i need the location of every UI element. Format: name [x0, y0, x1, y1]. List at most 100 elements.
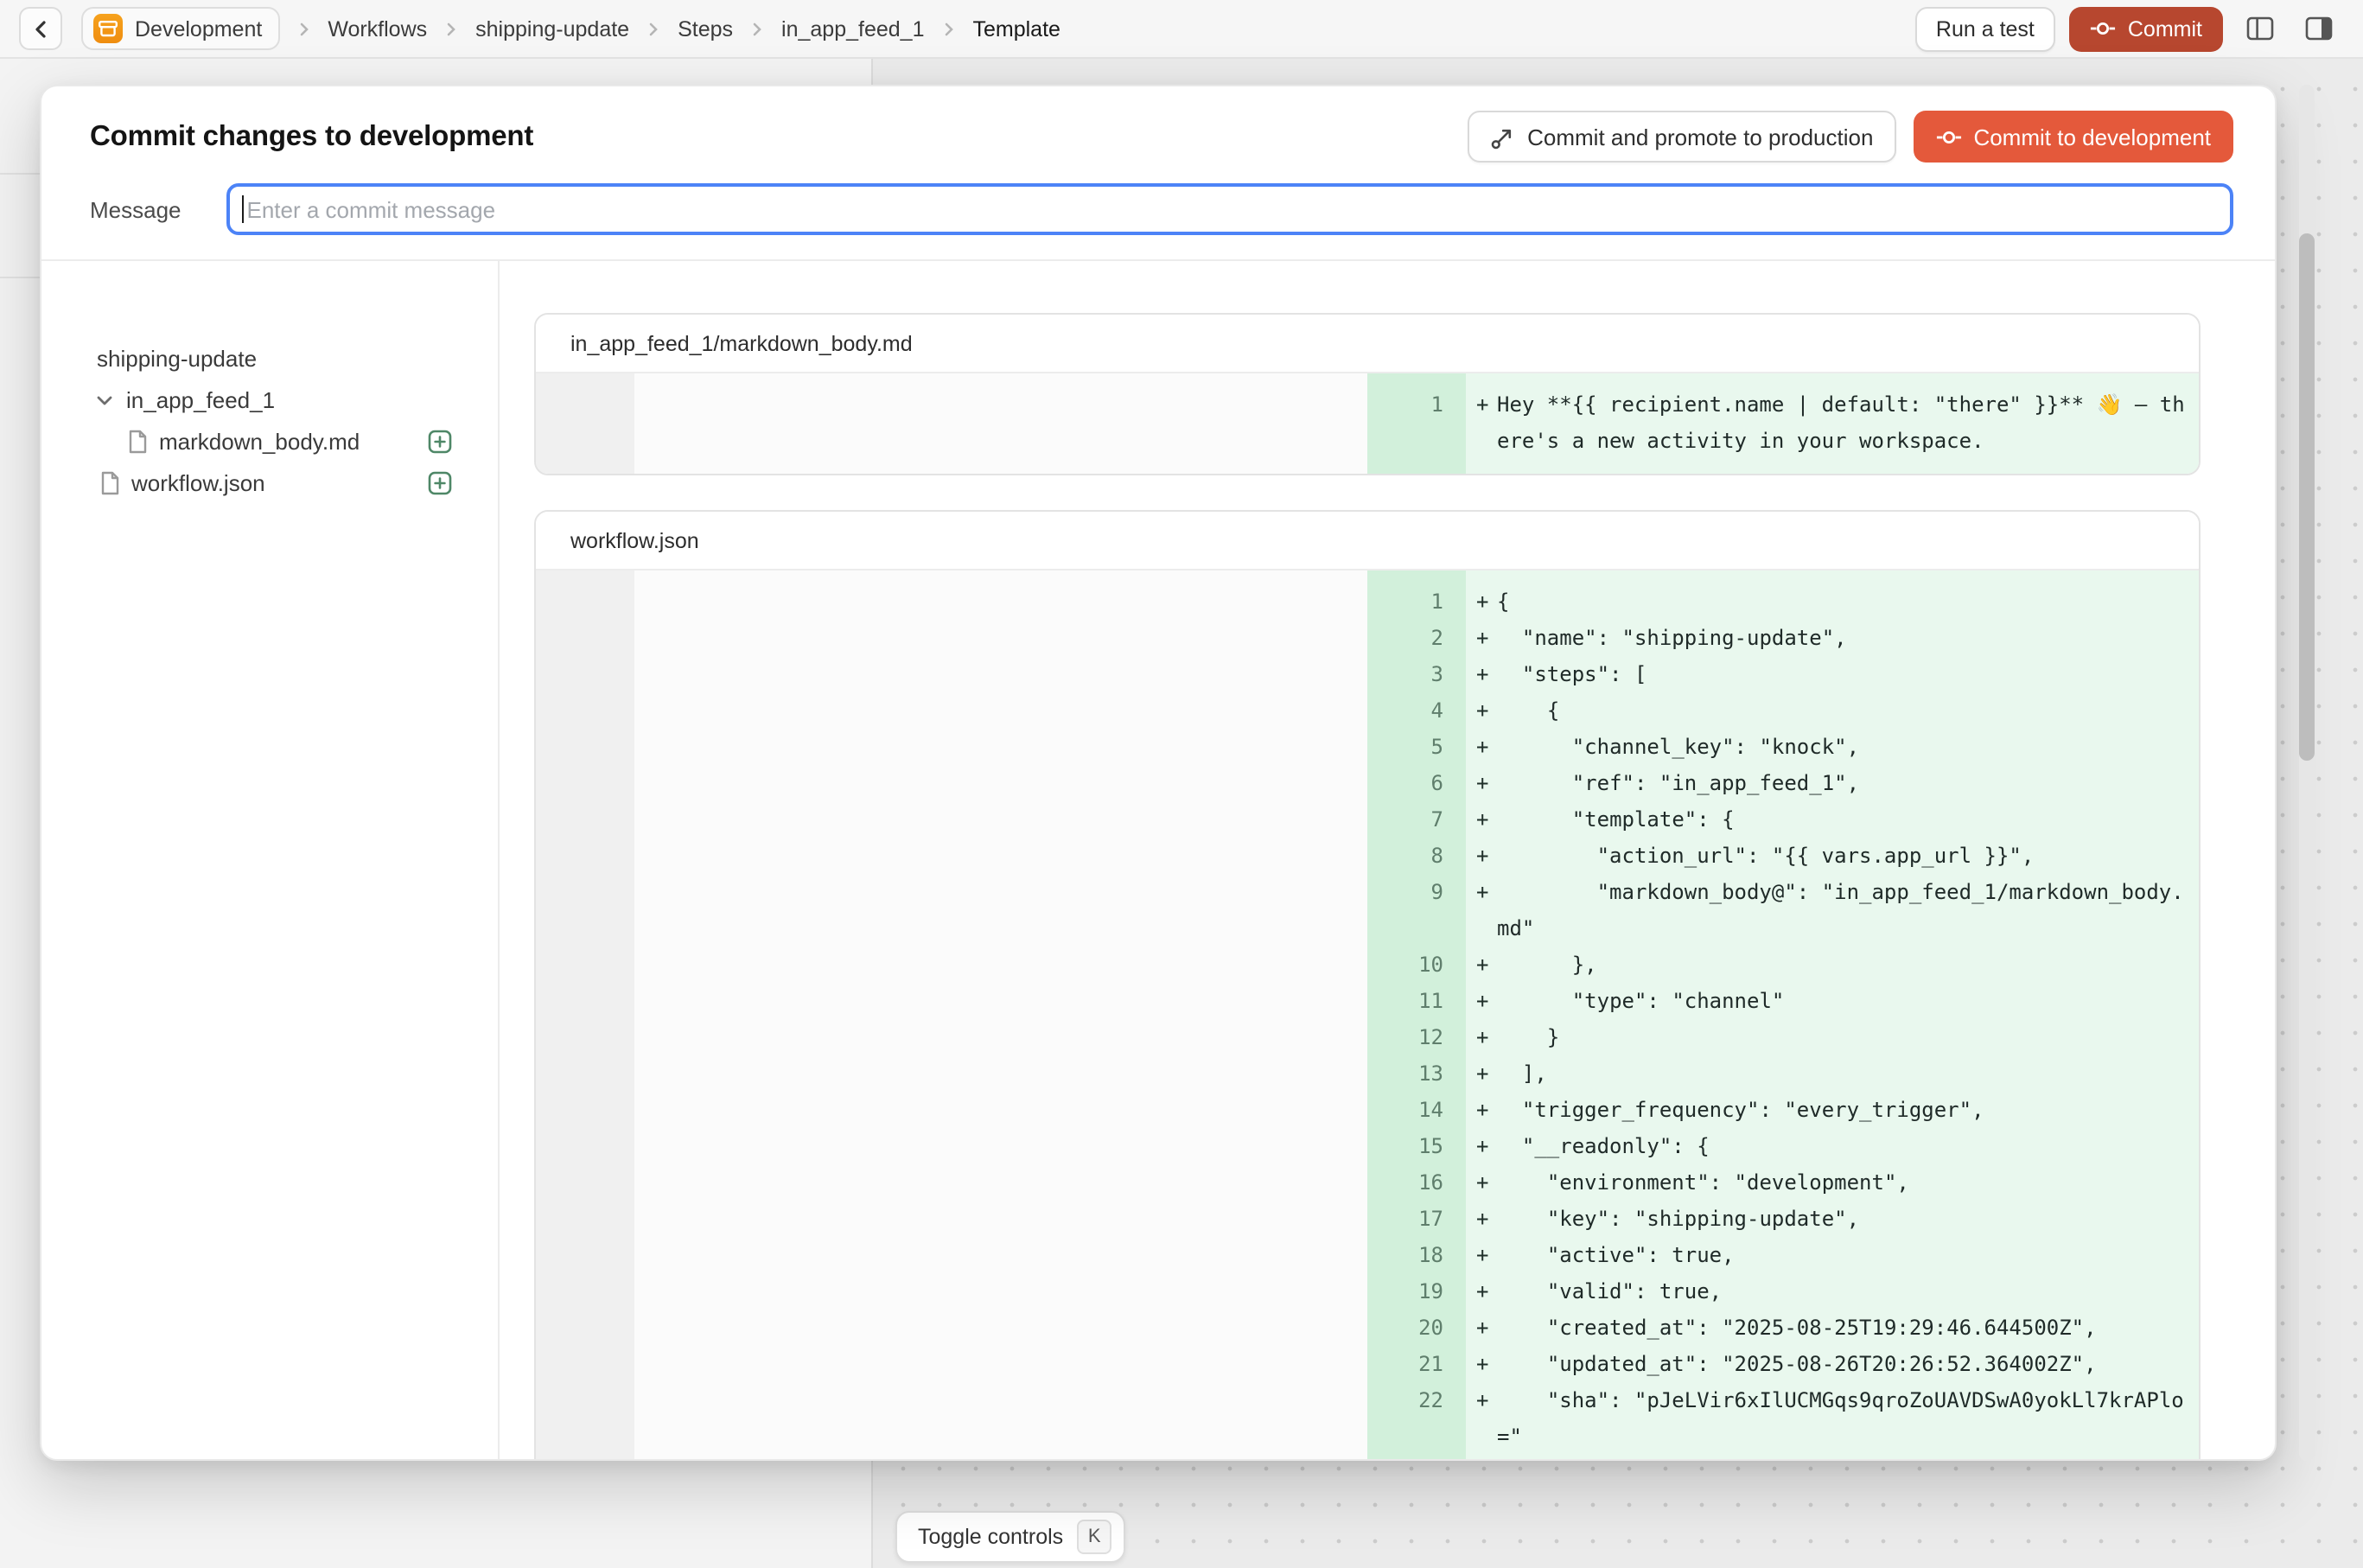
diff-added-sign: + — [1466, 1129, 1497, 1165]
diff-line-text: }, — [1497, 947, 2199, 984]
diff-line-text: "trigger_frequency": "every_trigger", — [1497, 1093, 2199, 1129]
commit-and-promote-button[interactable]: Commit and promote to production — [1467, 111, 1895, 163]
toggle-left-panel-button[interactable] — [2237, 6, 2282, 51]
commit-button[interactable]: Commit — [2069, 6, 2223, 51]
diff-added-sign: + — [1466, 1020, 1497, 1056]
toggle-controls-label: Toggle controls — [918, 1525, 1063, 1549]
tree-item-label: workflow.json — [131, 469, 265, 495]
diff-line: 1+{ — [536, 584, 2199, 621]
chevron-down-icon — [92, 390, 116, 409]
chevron-right-icon — [940, 20, 958, 37]
breadcrumb-step[interactable]: in_app_feed_1 — [781, 16, 924, 41]
tree-item-label: markdown_body.md — [159, 428, 360, 454]
diff-line-text: "updated_at": "2025-08-26T20:26:52.36400… — [1497, 1347, 2199, 1383]
diff-line-text: ], — [1497, 1056, 2199, 1093]
diff-line-text: "ref": "in_app_feed_1", — [1497, 766, 2199, 802]
top-bar: Development Workflows shipping-update St… — [0, 0, 2363, 59]
diff-line-number: 6 — [1367, 766, 1466, 802]
diff-line: 4+ { — [536, 693, 2199, 730]
chevron-right-icon — [645, 20, 662, 37]
toggle-controls-button[interactable]: Toggle controls K — [895, 1511, 1125, 1563]
diff-line: 10+ }, — [536, 947, 2199, 984]
diff-line-number: 20 — [1367, 1310, 1466, 1347]
tree-item-file-workflow-json[interactable]: workflow.json — [41, 462, 498, 503]
diff-added-sign: + — [1466, 1274, 1497, 1310]
tree-item-folder[interactable]: in_app_feed_1 — [41, 379, 498, 420]
diff-line-number: 2 — [1367, 621, 1466, 657]
diff-line: 7+ "template": { — [536, 802, 2199, 838]
added-file-icon — [427, 428, 453, 454]
diff-added-sign: + — [1466, 1238, 1497, 1274]
diff-line-number: 12 — [1367, 1020, 1466, 1056]
diff-line: 14+ "trigger_frequency": "every_trigger"… — [536, 1093, 2199, 1129]
diff-line-number: 11 — [1367, 984, 1466, 1020]
diff-line-text: "channel_key": "knock", — [1497, 730, 2199, 766]
diff-line-text: "__readonly": { — [1497, 1129, 2199, 1165]
diff-added-sign: + — [1466, 1310, 1497, 1347]
diff-added-sign: + — [1466, 657, 1497, 693]
changed-files-tree: shipping-update in_app_feed_1 markdown_b… — [41, 261, 500, 1459]
run-a-test-button[interactable]: Run a test — [1915, 6, 2055, 51]
diff-line-number: 9 — [1367, 875, 1466, 947]
diff-line: 8+ "action_url": "{{ vars.app_url }}", — [536, 838, 2199, 875]
diff-line-number: 1 — [1367, 584, 1466, 621]
diff-line-number: 13 — [1367, 1056, 1466, 1093]
diff-line-number: 7 — [1367, 802, 1466, 838]
diff-line: 6+ "ref": "in_app_feed_1", — [536, 766, 2199, 802]
diff-added-sign: + — [1466, 387, 1497, 460]
diff-added-sign: + — [1466, 693, 1497, 730]
diff-added-sign: + — [1466, 1056, 1497, 1093]
commit-to-development-label: Commit to development — [1973, 124, 2211, 150]
dialog-header: Commit changes to development Commit and… — [41, 86, 2275, 261]
diff-line-text: "type": "channel" — [1497, 984, 2199, 1020]
tree-item-file-markdown-body[interactable]: markdown_body.md — [41, 420, 498, 462]
diff-line-text: { — [1497, 584, 2199, 621]
commit-to-development-button[interactable]: Commit to development — [1913, 111, 2233, 163]
diff-line-number: 22 — [1367, 1383, 1466, 1456]
chevron-right-icon — [443, 20, 460, 37]
environment-selector[interactable]: Development — [81, 7, 279, 50]
breadcrumb-template[interactable]: Template — [973, 16, 1060, 41]
keyboard-shortcut-badge: K — [1077, 1520, 1111, 1554]
diff-line-number: 16 — [1367, 1165, 1466, 1201]
environment-icon — [93, 14, 123, 43]
diff-line: 19+ "valid": true, — [536, 1274, 2199, 1310]
diff-added-sign: + — [1466, 1347, 1497, 1383]
diff-line-text: } — [1497, 1456, 2199, 1459]
scrollbar-thumb[interactable] — [2299, 233, 2315, 761]
diff-line-text: "environment": "development", — [1497, 1165, 2199, 1201]
diff-line-number: 19 — [1367, 1274, 1466, 1310]
breadcrumb-steps[interactable]: Steps — [678, 16, 733, 41]
diff-line: 15+ "__readonly": { — [536, 1129, 2199, 1165]
diff-added-sign: + — [1466, 875, 1497, 947]
commit-message-input[interactable] — [226, 183, 2234, 235]
breadcrumb-workflows[interactable]: Workflows — [328, 16, 427, 41]
diff-line: 21+ "updated_at": "2025-08-26T20:26:52.3… — [536, 1347, 2199, 1383]
promote-icon — [1489, 124, 1515, 150]
diff-panel-workflow-json: workflow.json 1+{2+ "name": "shipping-up… — [534, 510, 2201, 1459]
breadcrumb-environment: Development — [135, 16, 262, 41]
panel-right-icon — [2303, 14, 2333, 43]
diff-line-number: 8 — [1367, 838, 1466, 875]
diff-added-sign: + — [1466, 584, 1497, 621]
toggle-right-panel-button[interactable] — [2296, 6, 2341, 51]
diff-line: 13+ ], — [536, 1056, 2199, 1093]
diff-line-number: 21 — [1367, 1347, 1466, 1383]
run-a-test-label: Run a test — [1936, 16, 2035, 41]
diff-line-number: 3 — [1367, 657, 1466, 693]
diff-line: 20+ "created_at": "2025-08-25T19:29:46.6… — [536, 1310, 2199, 1347]
diff-line-number: 4 — [1367, 693, 1466, 730]
file-icon — [124, 428, 149, 454]
diff-body: 1+Hey **{{ recipient.name | default: "th… — [536, 373, 2199, 474]
diff-filename: in_app_feed_1/markdown_body.md — [570, 331, 913, 355]
diff-line-number: 14 — [1367, 1093, 1466, 1129]
diff-line-text: Hey **{{ recipient.name | default: "ther… — [1497, 387, 2199, 460]
diff-line-text: "steps": [ — [1497, 657, 2199, 693]
back-button[interactable] — [19, 7, 62, 50]
chevron-left-icon — [29, 16, 53, 41]
commit-icon — [1935, 124, 1961, 150]
diff-added-sign: + — [1466, 730, 1497, 766]
tree-item-workflow-root[interactable]: shipping-update — [41, 337, 498, 379]
breadcrumb-workflow-key[interactable]: shipping-update — [475, 16, 629, 41]
diff-panel-markdown-body: in_app_feed_1/markdown_body.md 1+Hey **{… — [534, 313, 2201, 475]
